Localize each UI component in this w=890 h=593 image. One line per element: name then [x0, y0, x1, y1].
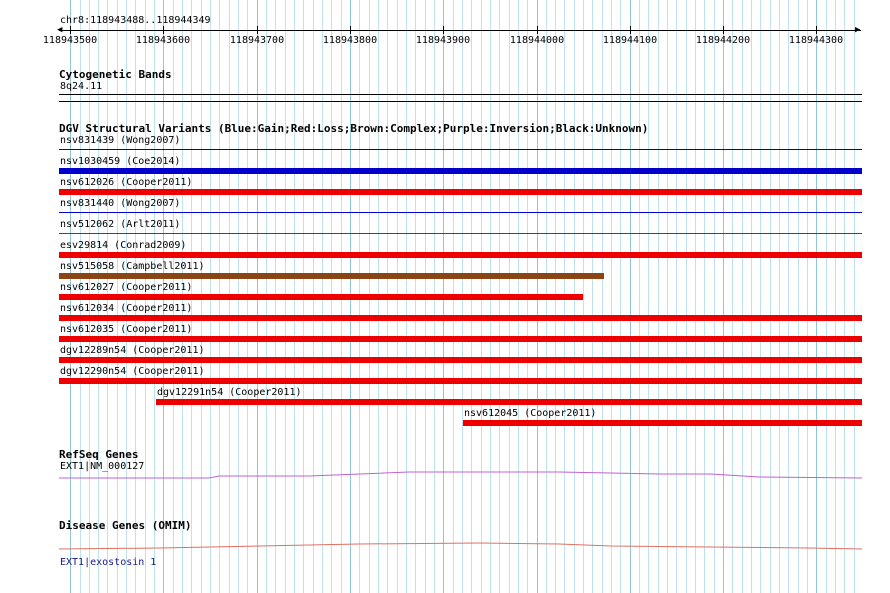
arrow-left-icon[interactable]: ◀	[57, 26, 62, 35]
variant-bar[interactable]	[59, 233, 862, 234]
variant-bar[interactable]	[59, 294, 583, 300]
variant-bar[interactable]	[59, 168, 862, 174]
ruler-tick-label: 118943700	[229, 35, 285, 46]
variant-bar[interactable]	[59, 336, 862, 342]
omim-gene-model[interactable]	[58, 540, 863, 554]
variant-label[interactable]: nsv1030459 (Coe2014)	[60, 156, 180, 168]
grid-line	[807, 0, 808, 593]
refseq-gene-model[interactable]	[59, 468, 863, 482]
variant-bar[interactable]	[59, 212, 862, 213]
variant-bar[interactable]	[59, 315, 862, 321]
variant-label[interactable]: nsv612035 (Cooper2011)	[60, 324, 192, 336]
refseq-track-title: RefSeq Genes	[59, 448, 139, 461]
variant-label[interactable]: nsv612027 (Cooper2011)	[60, 282, 192, 294]
grid-line	[798, 0, 799, 593]
grid-line	[732, 0, 733, 593]
variant-bar[interactable]	[59, 273, 604, 279]
grid-line	[835, 0, 836, 593]
refseq-gene-label[interactable]: EXT1|NM_000127	[60, 461, 144, 473]
genome-browser-view: chr8:118943488..118944349 ◀ ▶ 118943500 1…	[0, 0, 890, 593]
grid-line	[583, 0, 584, 593]
grid-line	[686, 0, 687, 593]
grid-line	[611, 0, 612, 593]
ruler-tick	[537, 26, 538, 34]
grid-line	[695, 0, 696, 593]
variant-label[interactable]: nsv512062 (Arlt2011)	[60, 219, 180, 231]
omim-track-title: Disease Genes (OMIM)	[59, 519, 192, 532]
ruler-tick-label: 118943500	[42, 35, 98, 46]
variant-label[interactable]: nsv612026 (Cooper2011)	[60, 177, 192, 189]
cytoband-bar-lower	[59, 101, 862, 102]
grid-line	[779, 0, 780, 593]
grid-line	[704, 0, 705, 593]
variant-bar[interactable]	[59, 189, 862, 195]
ruler-tick	[163, 26, 164, 34]
ruler-tick-label: 118944100	[602, 35, 658, 46]
cytoband-bar[interactable]	[59, 94, 862, 95]
cytoband-track-title: Cytogenetic Bands	[59, 68, 172, 81]
ruler-tick	[443, 26, 444, 34]
variant-bar[interactable]	[59, 252, 862, 258]
ruler-tick	[816, 26, 817, 34]
grid-line	[844, 0, 845, 593]
variant-label[interactable]: nsv515058 (Campbell2011)	[60, 261, 205, 273]
ruler-tick-label: 118943800	[322, 35, 378, 46]
ruler-tick	[723, 26, 724, 34]
ruler-axis	[59, 30, 861, 31]
variant-label[interactable]: nsv612034 (Cooper2011)	[60, 303, 192, 315]
omim-gene-link[interactable]: EXT1|exostosin 1	[60, 557, 156, 569]
dgv-track-title: DGV Structural Variants (Blue:Gain;Red:L…	[59, 122, 649, 135]
grid-line	[788, 0, 789, 593]
grid-line	[816, 0, 817, 593]
variant-label[interactable]: dgv12290n54 (Cooper2011)	[60, 366, 205, 378]
variant-bar[interactable]	[463, 420, 862, 426]
variant-label[interactable]: nsv831439 (Wong2007)	[60, 135, 180, 147]
ruler-tick-label: 118944200	[695, 35, 751, 46]
ruler-tick-label: 118944300	[788, 35, 844, 46]
grid-line	[723, 0, 724, 593]
variant-label[interactable]: esv29814 (Conrad2009)	[60, 240, 186, 252]
position-label: chr8:118943488..118944349	[60, 15, 211, 26]
grid-line	[620, 0, 621, 593]
arrow-right-icon[interactable]: ▶	[855, 26, 860, 35]
ruler-tick	[257, 26, 258, 34]
grid-line	[676, 0, 677, 593]
grid-line	[826, 0, 827, 593]
variant-bar[interactable]	[59, 149, 862, 150]
grid-line	[770, 0, 771, 593]
variant-label[interactable]: dgv12289n54 (Cooper2011)	[60, 345, 205, 357]
grid-line	[854, 0, 855, 593]
grid-line	[760, 0, 761, 593]
variant-label[interactable]: nsv831440 (Wong2007)	[60, 198, 180, 210]
grid-line	[639, 0, 640, 593]
ruler-tick	[630, 26, 631, 34]
ruler-tick	[350, 26, 351, 34]
variant-bar[interactable]	[59, 357, 862, 363]
grid-line	[602, 0, 603, 593]
ruler-tick-label: 118943900	[415, 35, 471, 46]
ruler-tick	[70, 26, 71, 34]
grid-line	[630, 0, 631, 593]
variant-label[interactable]: dgv12291n54 (Cooper2011)	[157, 387, 302, 399]
grid-line	[658, 0, 659, 593]
grid-line	[751, 0, 752, 593]
grid-line	[592, 0, 593, 593]
cytoband-label[interactable]: 8q24.11	[60, 81, 102, 93]
ruler-tick-label: 118943600	[135, 35, 191, 46]
ruler-tick-label: 118944000	[509, 35, 565, 46]
grid-line	[742, 0, 743, 593]
grid-line	[714, 0, 715, 593]
grid-line	[667, 0, 668, 593]
variant-bar[interactable]	[156, 399, 862, 405]
variant-bar[interactable]	[59, 378, 862, 384]
variant-label[interactable]: nsv612045 (Cooper2011)	[464, 408, 596, 420]
grid-line	[648, 0, 649, 593]
